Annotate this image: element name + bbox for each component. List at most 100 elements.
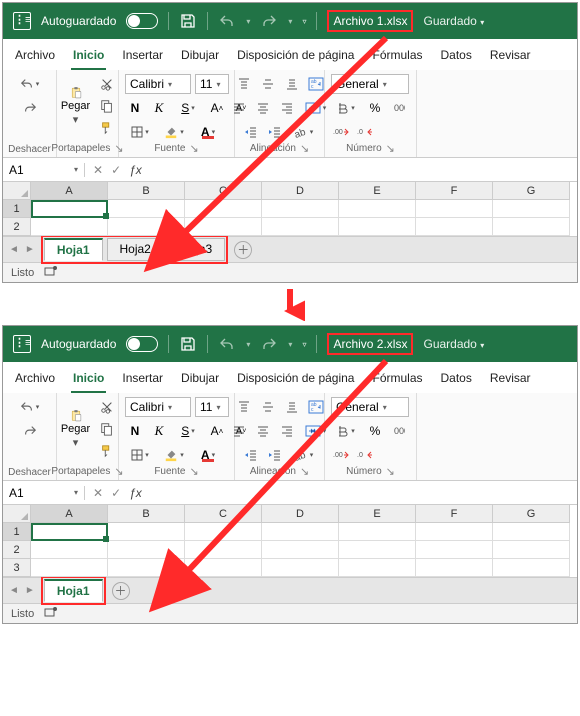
sheet-nav-prev-icon[interactable]: ◄ [9, 585, 19, 596]
tab-archivo[interactable]: Archivo [13, 367, 57, 393]
col-header[interactable]: F [416, 182, 493, 200]
col-header[interactable]: B [108, 505, 185, 523]
comma-style-button[interactable]: 000 [389, 98, 409, 118]
cut-button[interactable] [97, 74, 117, 94]
align-center-button[interactable] [253, 421, 273, 441]
undo-button[interactable] [15, 397, 45, 417]
sheet-tab[interactable]: Hoja3 [168, 238, 225, 261]
row-header[interactable]: 2 [3, 541, 31, 559]
tab-dibujar[interactable]: Dibujar [179, 44, 221, 70]
decrease-decimal-button[interactable]: .0 [355, 445, 375, 465]
undo-dropdown-icon[interactable]: ▾ [246, 340, 250, 349]
qat-customize-icon[interactable]: ▿ [302, 17, 306, 26]
percent-button[interactable]: % [365, 421, 385, 441]
bold-button[interactable]: N [125, 98, 145, 118]
fill-color-button[interactable] [159, 445, 189, 465]
select-all-corner[interactable] [3, 182, 31, 200]
tab-revisar[interactable]: Revisar [488, 44, 533, 70]
sheet-tab[interactable]: Hoja2 [107, 238, 164, 261]
cancel-formula-icon[interactable]: ✕ [93, 486, 103, 500]
align-bottom-button[interactable] [282, 74, 302, 94]
qat-customize-icon[interactable]: ▿ [302, 340, 306, 349]
increase-font-button[interactable]: A˄ [207, 98, 227, 118]
fx-icon[interactable]: ƒx [129, 486, 142, 500]
fill-color-button[interactable] [159, 122, 189, 142]
sheet-nav-prev-icon[interactable]: ◄ [9, 244, 19, 255]
tab-insertar[interactable]: Insertar [120, 44, 165, 70]
col-header[interactable]: B [108, 182, 185, 200]
font-color-button[interactable]: A [193, 445, 223, 465]
increase-decimal-button[interactable]: .00 [331, 445, 351, 465]
number-format-combo[interactable]: General▾ [331, 74, 409, 94]
sheet-tab[interactable]: Hoja1 [44, 579, 103, 602]
align-right-button[interactable] [277, 421, 297, 441]
tab-archivo[interactable]: Archivo [13, 44, 57, 70]
undo-dropdown-icon[interactable]: ▾ [246, 17, 250, 26]
tab-disposicion[interactable]: Disposición de página [235, 367, 356, 393]
font-name-combo[interactable]: Calibri▾ [125, 397, 191, 417]
cut-button[interactable] [97, 397, 117, 417]
tab-datos[interactable]: Datos [439, 367, 474, 393]
font-color-button[interactable]: A [193, 122, 223, 142]
fx-icon[interactable]: ƒx [129, 163, 142, 177]
increase-indent-button[interactable] [265, 445, 285, 465]
tab-insertar[interactable]: Insertar [120, 367, 165, 393]
decrease-indent-button[interactable] [241, 445, 261, 465]
col-header[interactable]: G [493, 505, 570, 523]
underline-button[interactable]: S [173, 98, 203, 118]
font-size-combo[interactable]: 11▾ [195, 74, 229, 94]
increase-decimal-button[interactable]: .00 [331, 122, 351, 142]
align-left-button[interactable] [229, 421, 249, 441]
undo-button[interactable] [15, 74, 45, 94]
align-top-button[interactable] [234, 397, 254, 417]
align-top-button[interactable] [234, 74, 254, 94]
record-macro-icon[interactable] [44, 265, 58, 280]
record-macro-icon[interactable] [44, 606, 58, 621]
col-header[interactable]: C [185, 182, 262, 200]
borders-button[interactable] [125, 445, 155, 465]
row-header[interactable]: 1 [3, 523, 31, 541]
paste-button[interactable]: Pegar ▾ [59, 86, 93, 126]
borders-button[interactable] [125, 122, 155, 142]
number-launcher-icon[interactable]: ↘ [386, 142, 395, 155]
autosave-toggle[interactable] [126, 336, 158, 352]
align-right-button[interactable] [277, 98, 297, 118]
percent-button[interactable]: % [365, 98, 385, 118]
align-left-button[interactable] [229, 98, 249, 118]
align-launcher-icon[interactable]: ↘ [300, 142, 309, 155]
wrap-text-button[interactable]: abc [306, 74, 326, 94]
wrap-text-button[interactable]: abc [306, 397, 326, 417]
number-launcher-icon[interactable]: ↘ [386, 465, 395, 478]
redo-dropdown-icon[interactable]: ▾ [288, 17, 292, 26]
tab-disposicion[interactable]: Disposición de página [235, 44, 356, 70]
select-all-corner[interactable] [3, 505, 31, 523]
align-middle-button[interactable] [258, 74, 278, 94]
accounting-format-button[interactable] [331, 421, 361, 441]
cancel-formula-icon[interactable]: ✕ [93, 163, 103, 177]
spreadsheet-grid[interactable]: A B C D E F G 1 2 [3, 182, 577, 236]
save-icon[interactable] [179, 12, 197, 30]
col-header[interactable]: A [31, 182, 108, 200]
font-launcher-icon[interactable]: ↘ [189, 142, 198, 155]
row-header[interactable]: 3 [3, 559, 31, 577]
accounting-format-button[interactable] [331, 98, 361, 118]
col-header[interactable]: A [31, 505, 108, 523]
decrease-decimal-button[interactable]: .0 [355, 122, 375, 142]
col-header[interactable]: D [262, 182, 339, 200]
number-format-combo[interactable]: General▾ [331, 397, 409, 417]
tab-formulas[interactable]: Fórmulas [370, 44, 424, 70]
sheet-nav-next-icon[interactable]: ► [25, 585, 35, 596]
merge-center-button[interactable] [301, 421, 331, 441]
col-header[interactable]: E [339, 182, 416, 200]
orientation-button[interactable]: ab [289, 445, 319, 465]
underline-button[interactable]: S [173, 421, 203, 441]
align-center-button[interactable] [253, 98, 273, 118]
tab-revisar[interactable]: Revisar [488, 367, 533, 393]
format-painter-button[interactable] [97, 118, 117, 138]
paste-button[interactable]: Pegar▾ [59, 409, 93, 449]
enter-formula-icon[interactable]: ✓ [111, 163, 121, 177]
col-header[interactable]: D [262, 505, 339, 523]
redo-icon[interactable] [260, 12, 278, 30]
redo-dropdown-icon[interactable]: ▾ [288, 340, 292, 349]
font-name-combo[interactable]: Calibri▾ [125, 74, 191, 94]
